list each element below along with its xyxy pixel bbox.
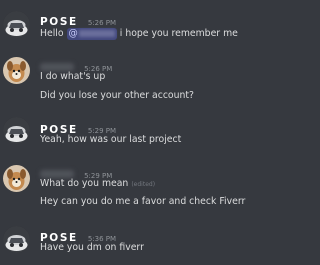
avatar[interactable]: [3, 57, 30, 84]
message-text-start: Hello: [40, 28, 67, 39]
message-text: Did you lose your other account?: [40, 90, 194, 101]
message-text-body: What do you mean: [40, 178, 129, 189]
message-header: 5:26 PM: [40, 56, 112, 73]
avatar[interactable]: [3, 11, 30, 38]
mention-at: @: [68, 28, 78, 39]
redacted-name: [78, 30, 115, 37]
message-text: Hey can you do me a favor and check Five…: [40, 196, 246, 207]
avatar[interactable]: [3, 165, 30, 192]
user-mention[interactable]: @: [66, 28, 117, 40]
message-header: POSE 5:36 PM: [40, 226, 116, 244]
edited-label: (edited): [131, 181, 156, 188]
chat-messages: POSE 5:26 PM Hello @ i hope you remember…: [0, 0, 272, 265]
avatar[interactable]: [3, 117, 30, 144]
message-text: Have you dm on fiverr: [40, 242, 144, 253]
message-header: 5:29 PM: [40, 163, 112, 180]
message-header: POSE 5:29 PM: [40, 118, 116, 136]
message-header: POSE 5:26 PM: [40, 10, 117, 28]
message-text-end: i hope you remember me: [116, 28, 238, 39]
message-text: Hello @ i hope you remember me: [40, 27, 238, 40]
message-text: I do what's up: [40, 71, 106, 82]
avatar[interactable]: [3, 226, 30, 253]
message-text: Yeah, how was our last project: [40, 134, 182, 145]
timestamp: 5:26 PM: [87, 19, 117, 27]
message-text: What do you mean (edited): [40, 177, 155, 191]
